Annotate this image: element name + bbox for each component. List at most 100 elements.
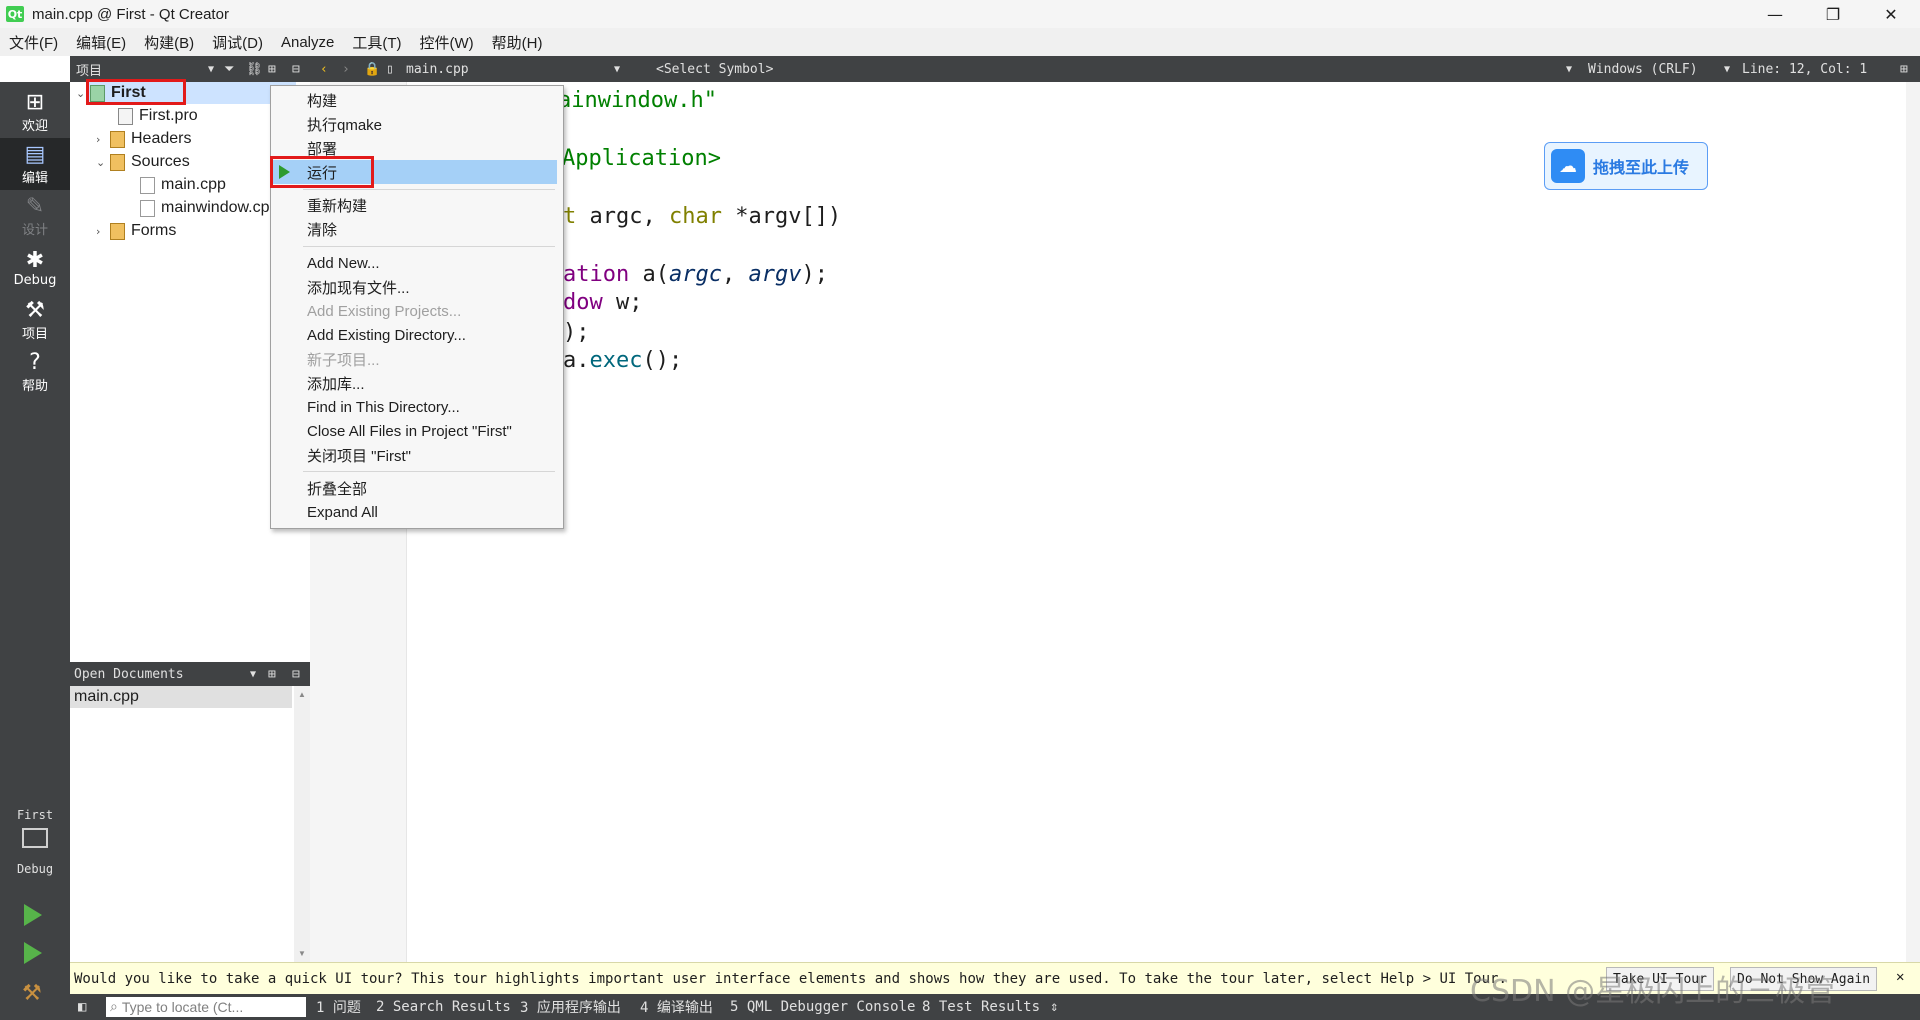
mode-projects[interactable]: ⚒ 项目	[0, 294, 70, 346]
code-line: );	[563, 320, 590, 345]
tree-item-mainwindow-cpp[interactable]: mainwindow.cpp	[140, 197, 278, 219]
tree-item-headers[interactable]: › Headers	[96, 128, 191, 150]
scroll-up-icon[interactable]: ▲	[298, 690, 306, 699]
baidu-upload-button[interactable]: ☁ 拖拽至此上传	[1544, 142, 1708, 190]
menu-separator	[303, 189, 555, 190]
wrench-icon: ⚒	[25, 297, 45, 323]
watermark: CSDN @星极闪上的三极管	[1470, 974, 1836, 1009]
menu-item-rebuild[interactable]: 重新构建	[307, 194, 367, 216]
menu-file[interactable]: 文件(F)	[0, 28, 67, 56]
top-toolbar: 项目 ▼ ⏷ ⛓ ⊞ ⊟ ‹ › 🔒 ▯ main.cpp ▼ <Select …	[70, 56, 1920, 82]
cpp-file-icon	[140, 176, 155, 194]
toggle-sidebar-icon[interactable]: ◧	[78, 994, 86, 1020]
open-docs-scrollbar[interactable]: ▲ ▼	[294, 686, 310, 962]
close-tour-icon[interactable]: ✕	[1896, 969, 1904, 985]
menu-item-close-project[interactable]: 关闭项目 "First"	[307, 444, 411, 466]
code-line: a.exec();	[563, 348, 683, 373]
symbol-dropdown-icon[interactable]: ▼	[1566, 56, 1572, 82]
menu-item-add-library[interactable]: 添加库...	[307, 372, 365, 394]
code-line: ation a(argc, argv);	[563, 262, 828, 287]
cursor-position[interactable]: Line: 12, Col: 1	[1742, 56, 1867, 82]
tree-item-pro-file[interactable]: First.pro	[118, 105, 198, 127]
forward-arrow-icon[interactable]: ›	[342, 56, 350, 82]
collapse-arrow-icon[interactable]: ⌄	[96, 156, 110, 169]
grid-icon: ⊞	[25, 89, 45, 115]
mode-label: 帮助	[21, 378, 48, 394]
pane-toggle-icon[interactable]: ⇕	[1050, 994, 1058, 1020]
menu-help[interactable]: 帮助(H)	[483, 28, 552, 56]
mode-help[interactable]: ? 帮助	[0, 346, 70, 398]
pane-search-results[interactable]: 2 Search Results	[376, 994, 511, 1020]
menu-debug[interactable]: 调试(D)	[203, 28, 272, 56]
pane-issues[interactable]: 1 问题	[316, 994, 361, 1020]
filter-icon[interactable]: ⏷	[224, 56, 234, 82]
code-line: ainwindow.h"	[558, 88, 717, 113]
menu-edit[interactable]: 编辑(E)	[67, 28, 135, 56]
link-icon[interactable]: ⛓	[246, 56, 263, 82]
close-pane-icon[interactable]: ⊟	[292, 667, 300, 682]
mode-debug[interactable]: ✱ Debug	[0, 242, 70, 294]
mode-design[interactable]: ✎ 设计	[0, 190, 70, 242]
menu-analyze[interactable]: Analyze	[272, 28, 343, 56]
line-ending[interactable]: Windows (CRLF)	[1588, 56, 1698, 82]
open-docs-dropdown-icon[interactable]: ▼	[250, 669, 256, 680]
menu-item-add-new[interactable]: Add New...	[307, 252, 380, 274]
locate-input[interactable]: ⌕ Type to locate (Ct...	[106, 997, 306, 1017]
menu-item-add-existing-directory[interactable]: Add Existing Directory...	[307, 324, 466, 346]
menu-item-collapse-all[interactable]: 折叠全部	[307, 477, 367, 499]
help-icon: ?	[29, 349, 41, 375]
debug-run-icon[interactable]	[24, 942, 42, 964]
mode-sidebar: ⊞ 欢迎 ▤ 编辑 ✎ 设计 ✱ Debug ⚒ 项目 ? 帮助 First D…	[0, 82, 70, 1020]
split-editor-icon[interactable]: ⊞	[1900, 56, 1908, 82]
ui-tour-message: Would you like to take a quick UI tour? …	[74, 971, 1507, 987]
lock-icon: 🔒	[364, 61, 381, 77]
tree-item-sources[interactable]: ⌄ Sources	[96, 151, 190, 173]
cloud-icon: ☁	[1551, 149, 1585, 183]
menu-item-expand-all[interactable]: Expand All	[307, 501, 378, 523]
minimize-button[interactable]: —	[1746, 0, 1804, 28]
mode-edit[interactable]: ▤ 编辑	[0, 138, 70, 190]
mode-welcome[interactable]: ⊞ 欢迎	[0, 86, 70, 138]
pane-test-results[interactable]: 8 Test Results	[922, 994, 1040, 1020]
menu-item-find-in-directory[interactable]: Find in This Directory...	[307, 396, 460, 418]
pencil-icon: ✎	[25, 193, 45, 219]
split-icon[interactable]: ⊞	[268, 667, 276, 682]
mode-label: Debug	[13, 272, 57, 288]
menu-item-add-existing-files[interactable]: 添加现有文件...	[307, 276, 410, 298]
title-bar: Qt main.cpp @ First - Qt Creator — ❐ ✕	[0, 0, 1920, 28]
folder-icon	[110, 153, 125, 171]
folder-icon	[110, 130, 125, 148]
kit-project-label: First	[16, 808, 54, 822]
pane-dropdown-icon[interactable]: ▼	[208, 56, 214, 82]
editor-scrollbar[interactable]	[1906, 82, 1920, 962]
tree-item-main-cpp[interactable]: main.cpp	[140, 174, 226, 196]
back-arrow-icon[interactable]: ‹	[320, 56, 328, 82]
close-button[interactable]: ✕	[1862, 0, 1920, 28]
restore-button[interactable]: ❐	[1804, 0, 1862, 28]
scroll-down-icon[interactable]: ▼	[298, 949, 306, 958]
menu-item-run-qmake[interactable]: 执行qmake	[307, 113, 382, 135]
tree-item-forms[interactable]: › Forms	[96, 220, 176, 242]
menu-build[interactable]: 构建(B)	[135, 28, 203, 56]
monitor-icon[interactable]	[22, 828, 48, 848]
menu-widgets[interactable]: 控件(W)	[411, 28, 483, 56]
pane-qml-debugger-console[interactable]: 5 QML Debugger Console	[730, 994, 915, 1020]
symbol-selector[interactable]: <Select Symbol>	[656, 56, 773, 82]
line-ending-dropdown-icon[interactable]: ▼	[1724, 56, 1730, 82]
open-document-item[interactable]: main.cpp	[70, 686, 292, 708]
current-file[interactable]: main.cpp	[406, 56, 469, 82]
split-icon[interactable]: ⊞	[268, 56, 276, 82]
menu-item-clean[interactable]: 清除	[307, 218, 337, 240]
run-icon[interactable]	[24, 904, 42, 926]
file-dropdown-icon[interactable]: ▼	[614, 56, 620, 82]
menu-item-build[interactable]: 构建	[307, 89, 337, 111]
expand-arrow-icon[interactable]: ›	[96, 133, 110, 146]
expand-arrow-icon[interactable]: ›	[96, 225, 110, 238]
pane-application-output[interactable]: 3 应用程序输出	[520, 994, 621, 1020]
menu-tools[interactable]: 工具(T)	[343, 28, 410, 56]
menu-item-add-existing-projects: Add Existing Projects...	[307, 302, 462, 320]
hammer-icon[interactable]: ⚒	[22, 980, 42, 1006]
pane-compile-output[interactable]: 4 编译输出	[640, 994, 713, 1020]
close-pane-icon[interactable]: ⊟	[292, 56, 300, 82]
menu-item-close-all-files[interactable]: Close All Files in Project "First"	[307, 420, 512, 442]
